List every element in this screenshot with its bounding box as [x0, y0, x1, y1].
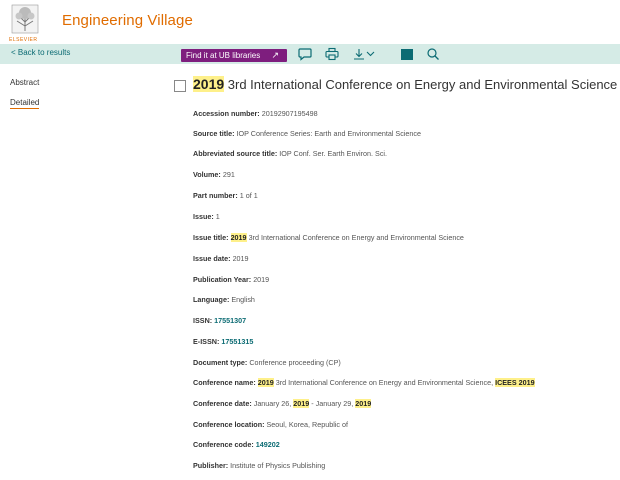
- conference-date-row: Conference date: January 26, 2019 - Janu…: [193, 399, 372, 408]
- field-label: Issue:: [193, 212, 214, 221]
- conference-code-link[interactable]: 149202: [256, 440, 280, 449]
- field-value: 20192907195498: [261, 109, 318, 118]
- field-label: ISSN:: [193, 316, 213, 325]
- issue-title-row: Issue title: 2019 3rd International Conf…: [193, 233, 464, 242]
- find-it-label: Find it at UB libraries: [186, 51, 261, 60]
- field-value: - January 29,: [311, 399, 354, 408]
- highlight-year: 2019: [293, 399, 310, 408]
- print-icon[interactable]: [324, 47, 340, 61]
- language-row: Language: English: [193, 295, 255, 304]
- field-label: E-ISSN:: [193, 337, 220, 346]
- issue-date-row: Issue date: 2019: [193, 254, 249, 263]
- field-value: Seoul, Korea, Republic of: [266, 420, 349, 429]
- field-label: Conference name:: [193, 378, 256, 387]
- publisher-row: Publisher: Institute of Physics Publishi…: [193, 461, 325, 470]
- search-icon[interactable]: [425, 47, 441, 61]
- field-value: 1: [215, 212, 220, 221]
- field-label: Source title:: [193, 129, 235, 138]
- volume-row: Volume: 291: [193, 170, 235, 179]
- field-value: Conference proceeding (CP): [249, 358, 341, 367]
- folder-icon[interactable]: [399, 47, 415, 61]
- find-it-button[interactable]: Find it at UB libraries ↗: [181, 49, 287, 62]
- field-label: Volume:: [193, 170, 221, 179]
- field-label: Issue title:: [193, 233, 229, 242]
- field-label: Conference location:: [193, 420, 265, 429]
- field-value: 3rd International Conference on Energy a…: [248, 233, 464, 242]
- conference-name-row: Conference name: 2019 3rd International …: [193, 378, 535, 387]
- highlight-year: 2019: [230, 233, 247, 242]
- field-label: Language:: [193, 295, 230, 304]
- elsevier-tree-logo-icon[interactable]: [10, 4, 40, 38]
- comment-icon[interactable]: [297, 47, 313, 61]
- eissn-link[interactable]: 17551315: [221, 337, 253, 346]
- field-label: Publisher:: [193, 461, 229, 470]
- eissn-row: E-ISSN: 17551315: [193, 337, 253, 346]
- highlight-year: 2019: [257, 378, 274, 387]
- field-value: 3rd International Conference on Energy a…: [275, 378, 494, 387]
- field-label: Accession number:: [193, 109, 260, 118]
- publication-year-row: Publication Year: 2019: [193, 275, 269, 284]
- field-value: 2019: [232, 254, 249, 263]
- field-label: Part number:: [193, 191, 238, 200]
- field-value: 1 of 1: [239, 191, 258, 200]
- download-icon[interactable]: [352, 47, 376, 61]
- issue-row: Issue: 1: [193, 212, 220, 221]
- field-value: 2019: [253, 275, 270, 284]
- back-to-results-link[interactable]: < Back to results: [11, 48, 70, 57]
- field-label: Document type:: [193, 358, 248, 367]
- brand-title[interactable]: Engineering Village: [62, 12, 193, 29]
- field-label: Conference date:: [193, 399, 252, 408]
- record-title: 2019 3rd International Conference on Ene…: [193, 76, 617, 92]
- conference-code-row: Conference code: 149202: [193, 440, 280, 449]
- nav-abstract[interactable]: Abstract: [10, 78, 39, 87]
- source-title-row: Source title: IOP Conference Series: Ear…: [193, 129, 421, 138]
- issn-link[interactable]: 17551307: [214, 316, 246, 325]
- highlight-acronym: ICEES 2019: [495, 378, 535, 387]
- title-text: 3rd International Conference on Energy a…: [224, 77, 618, 92]
- field-value: IOP Conference Series: Earth and Environ…: [236, 129, 421, 138]
- field-value: English: [231, 295, 255, 304]
- title-highlight-year: 2019: [193, 76, 225, 92]
- document-type-row: Document type: Conference proceeding (CP…: [193, 358, 341, 367]
- external-link-icon: ↗: [271, 50, 279, 60]
- select-record-checkbox[interactable]: [174, 80, 186, 92]
- part-number-row: Part number: 1 of 1: [193, 191, 258, 200]
- abbreviated-source-row: Abbreviated source title: IOP Conf. Ser.…: [193, 149, 387, 158]
- record-toolbar: < Back to results Find it at UB librarie…: [0, 44, 620, 64]
- nav-detailed[interactable]: Detailed: [10, 98, 40, 109]
- field-value: Institute of Physics Publishing: [230, 461, 326, 470]
- field-value: 291: [222, 170, 235, 179]
- field-label: Issue date:: [193, 254, 231, 263]
- conference-location-row: Conference location: Seoul, Korea, Repub…: [193, 420, 348, 429]
- field-label: Conference code:: [193, 440, 254, 449]
- field-label: Publication Year:: [193, 275, 252, 284]
- elsevier-wordmark: ELSEVIER: [9, 37, 38, 43]
- field-value: IOP Conf. Ser. Earth Environ. Sci.: [279, 149, 388, 158]
- field-value: January 26,: [253, 399, 292, 408]
- issn-row: ISSN: 17551307: [193, 316, 246, 325]
- accession-row: Accession number: 20192907195498: [193, 109, 318, 118]
- highlight-year: 2019: [355, 399, 372, 408]
- app-header: ELSEVIER Engineering Village: [0, 0, 620, 44]
- field-label: Abbreviated source title:: [193, 149, 278, 158]
